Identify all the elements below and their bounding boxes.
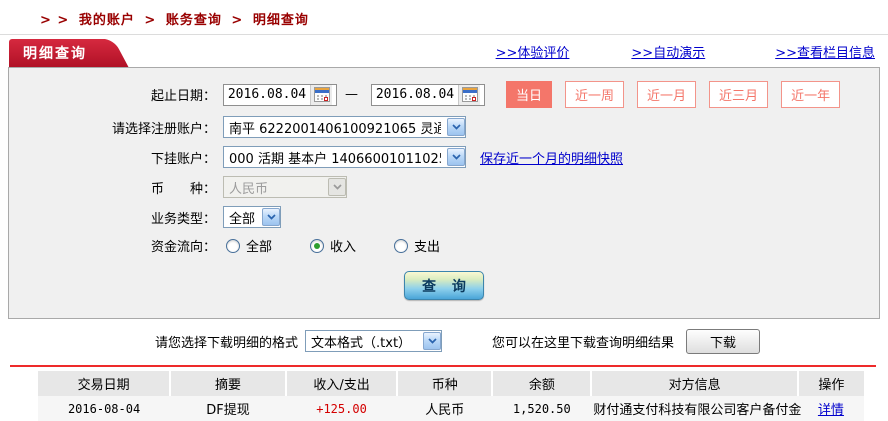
quick-range-week-button[interactable]: 近一周 <box>565 81 625 108</box>
quick-range-3months-button[interactable]: 近三月 <box>709 81 769 108</box>
col-header-currency: 币种 <box>396 371 493 396</box>
currency-label: 币 种： <box>150 181 216 197</box>
date-range-label: 起止日期： <box>150 89 216 104</box>
radio-unchecked-icon[interactable] <box>394 238 409 253</box>
fund-flow-label: 资金流向： <box>150 240 216 255</box>
save-monthly-snapshot-link[interactable]: 保存近一个月的明细快照 <box>480 148 623 167</box>
download-format-value: 文本格式（.txt） <box>311 335 412 351</box>
detail-link[interactable]: 详情 <box>818 403 844 418</box>
download-format-label: 请您选择下载明细的格式 <box>155 335 299 351</box>
radio-unchecked-icon[interactable] <box>226 238 240 253</box>
registered-account-row: 请选择注册账户： 南平 6222001406100921065 灵通卡 <box>9 116 879 138</box>
download-row: 请您选择下载明细的格式 文本格式（.txt） 您可以在这里下载查询明细结果 下载 <box>155 327 880 355</box>
date-range-row: 起止日期： — <box>9 81 879 108</box>
breadcrumb-item-detail-query[interactable]: 明细查询 <box>253 13 309 28</box>
col-header-action: 操作 <box>796 371 864 396</box>
tab-detail-query: 明细查询 <box>9 39 105 67</box>
query-button-row: 查 询 <box>9 271 879 300</box>
quick-range-today-button[interactable]: 当日 <box>506 81 553 108</box>
fund-flow-radio-group: 全部 收入 支出 <box>226 236 478 255</box>
business-type-select[interactable]: 全部 <box>223 206 281 228</box>
business-type-label: 业务类型： <box>150 211 216 227</box>
link-view-column-info[interactable]: >>查看栏目信息 <box>775 42 875 61</box>
fund-flow-expense-option[interactable]: 支出 <box>394 236 440 255</box>
currency-row: 币 种： 人民币 <box>9 176 879 198</box>
breadcrumb-separator: > <box>231 13 244 28</box>
col-header-date: 交易日期 <box>38 371 171 396</box>
breadcrumb: > > 我的账户 > 账务查询 > 明细查询 <box>0 0 888 35</box>
radio-checked-icon[interactable] <box>310 238 325 253</box>
top-links: >>体验评价 >>自动演示 >>查看栏目信息 <box>496 42 879 67</box>
business-type-row: 业务类型： 全部 <box>9 206 879 228</box>
fund-flow-income-option[interactable]: 收入 <box>310 236 356 255</box>
chevron-down-icon <box>447 118 465 136</box>
table-top-divider <box>10 365 876 367</box>
tab-row: 明细查询 >>体验评价 >>自动演示 >>查看栏目信息 <box>9 39 879 67</box>
link-experience-rating[interactable]: >>体验评价 <box>496 42 570 61</box>
quick-range-buttons: 当日 近一周 近一月 近三月 近一年 <box>493 81 841 108</box>
end-date-calendar-icon[interactable] <box>458 84 480 105</box>
table-header-row: 交易日期 摘要 收入/支出 币种 余额 对方信息 操作 <box>38 371 864 396</box>
start-date-box <box>223 83 337 106</box>
breadcrumb-arrows: > > <box>40 13 70 28</box>
fund-flow-expense-label: 支出 <box>414 240 441 255</box>
fund-flow-all-label: 全部 <box>246 240 273 255</box>
fund-flow-income-label: 收入 <box>330 240 357 255</box>
start-date-calendar-icon[interactable] <box>310 84 332 105</box>
chevron-down-icon <box>423 332 442 350</box>
currency-value: 人民币 <box>229 181 269 197</box>
col-header-amount: 收入/支出 <box>284 371 398 396</box>
quick-range-month-button[interactable]: 近一月 <box>637 81 697 108</box>
sub-account-row: 下挂账户： 000 活期 基本户 1406600101102571848 保存近… <box>9 146 879 168</box>
registered-account-select[interactable]: 南平 6222001406100921065 灵通卡 <box>223 116 466 138</box>
end-date-input[interactable] <box>372 87 458 102</box>
business-type-value: 全部 <box>229 211 256 227</box>
start-date-input[interactable] <box>224 87 310 102</box>
registered-account-label: 请选择注册账户： <box>111 121 216 137</box>
currency-select-disabled: 人民币 <box>223 176 347 198</box>
registered-account-value: 南平 6222001406100921065 灵通卡 <box>229 121 441 137</box>
download-format-select[interactable]: 文本格式（.txt） <box>305 330 443 352</box>
sub-account-label: 下挂账户： <box>150 151 216 167</box>
transaction-table: 交易日期 摘要 收入/支出 币种 余额 对方信息 操作 2016-08-04 D… <box>38 371 864 421</box>
end-date-box <box>371 83 485 106</box>
sub-account-select[interactable]: 000 活期 基本户 1406600101102571848 <box>223 146 466 168</box>
download-hint: 您可以在这里下载查询明细结果 <box>492 335 675 351</box>
fund-flow-row: 资金流向： 全部 收入 支出 <box>9 236 879 255</box>
breadcrumb-item-my-account[interactable]: 我的账户 <box>79 13 135 28</box>
date-range-separator: — <box>345 87 358 102</box>
fund-flow-all-option[interactable]: 全部 <box>226 236 272 255</box>
query-button[interactable]: 查 询 <box>404 271 484 300</box>
download-button[interactable]: 下载 <box>686 328 761 354</box>
chevron-down-icon <box>262 208 280 226</box>
query-form-panel: 起止日期： — <box>8 67 880 319</box>
breadcrumb-item-account-query[interactable]: 账务查询 <box>166 13 222 28</box>
chevron-down-icon <box>447 148 465 166</box>
quick-range-year-button[interactable]: 近一年 <box>781 81 841 108</box>
breadcrumb-separator: > <box>144 13 157 28</box>
col-header-balance: 余额 <box>491 371 592 396</box>
sub-account-value: 000 活期 基本户 1406600101102571848 <box>229 151 441 167</box>
chevron-down-icon <box>328 178 346 196</box>
col-header-counterparty: 对方信息 <box>590 371 798 396</box>
link-auto-demo[interactable]: >>自动演示 <box>631 42 705 61</box>
col-header-summary: 摘要 <box>169 371 286 396</box>
